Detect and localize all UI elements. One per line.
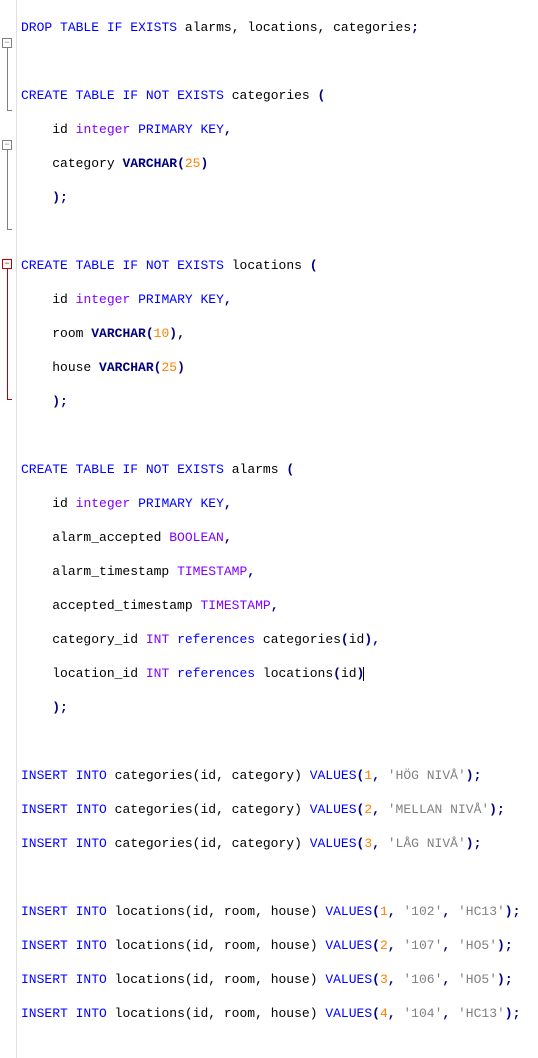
code-line: INSERT INTO categories(id, category) VAL… xyxy=(21,801,534,818)
code-line: alarm_timestamp TIMESTAMP, xyxy=(21,563,534,580)
code-line: location_id INT references locations(id) xyxy=(21,665,534,682)
code-line: id integer PRIMARY KEY, xyxy=(21,495,534,512)
fold-end xyxy=(7,110,12,111)
fold-guide xyxy=(7,48,8,110)
code-line: ); xyxy=(21,393,534,410)
code-line xyxy=(21,869,534,886)
fold-guide xyxy=(7,150,8,229)
code-line: ); xyxy=(21,189,534,206)
code-line: INSERT INTO locations(id, room, house) V… xyxy=(21,971,534,988)
code-line: INSERT INTO locations(id, room, house) V… xyxy=(21,903,534,920)
code-line: INSERT INTO locations(id, room, house) V… xyxy=(21,1005,534,1022)
code-line: CREATE TABLE IF NOT EXISTS alarms ( xyxy=(21,461,534,478)
text-caret xyxy=(363,667,364,681)
code-line: ); xyxy=(21,699,534,716)
code-line xyxy=(21,733,534,750)
code-line: house VARCHAR(25) xyxy=(21,359,534,376)
fold-handle-categories[interactable]: − xyxy=(2,38,12,48)
fold-end-active xyxy=(7,399,12,400)
code-editor[interactable]: − − − DROP TABLE IF EXISTS alarms, locat… xyxy=(0,0,538,1058)
code-line: CREATE TABLE IF NOT EXISTS categories ( xyxy=(21,87,534,104)
code-line: alarm_accepted BOOLEAN, xyxy=(21,529,534,546)
fold-end xyxy=(7,229,12,230)
fold-guide-active xyxy=(7,269,8,399)
code-line: DROP TABLE IF EXISTS alarms, locations, … xyxy=(21,19,534,36)
fold-handle-alarms[interactable]: − xyxy=(2,259,12,269)
fold-handle-locations[interactable]: − xyxy=(2,140,12,150)
code-line xyxy=(21,223,534,240)
code-line xyxy=(21,427,534,444)
fold-gutter: − − − xyxy=(0,0,17,1058)
code-line: room VARCHAR(10), xyxy=(21,325,534,342)
code-line: accepted_timestamp TIMESTAMP, xyxy=(21,597,534,614)
code-line: INSERT INTO locations(id, room, house) V… xyxy=(21,937,534,954)
code-line: id integer PRIMARY KEY, xyxy=(21,291,534,308)
code-line: id integer PRIMARY KEY, xyxy=(21,121,534,138)
code-line xyxy=(21,53,534,70)
code-line: INSERT INTO categories(id, category) VAL… xyxy=(21,767,534,784)
code-line: category VARCHAR(25) xyxy=(21,155,534,172)
code-line: CREATE TABLE IF NOT EXISTS locations ( xyxy=(21,257,534,274)
code-line: INSERT INTO categories(id, category) VAL… xyxy=(21,835,534,852)
code-area[interactable]: DROP TABLE IF EXISTS alarms, locations, … xyxy=(17,0,538,1058)
code-line: category_id INT references categories(id… xyxy=(21,631,534,648)
